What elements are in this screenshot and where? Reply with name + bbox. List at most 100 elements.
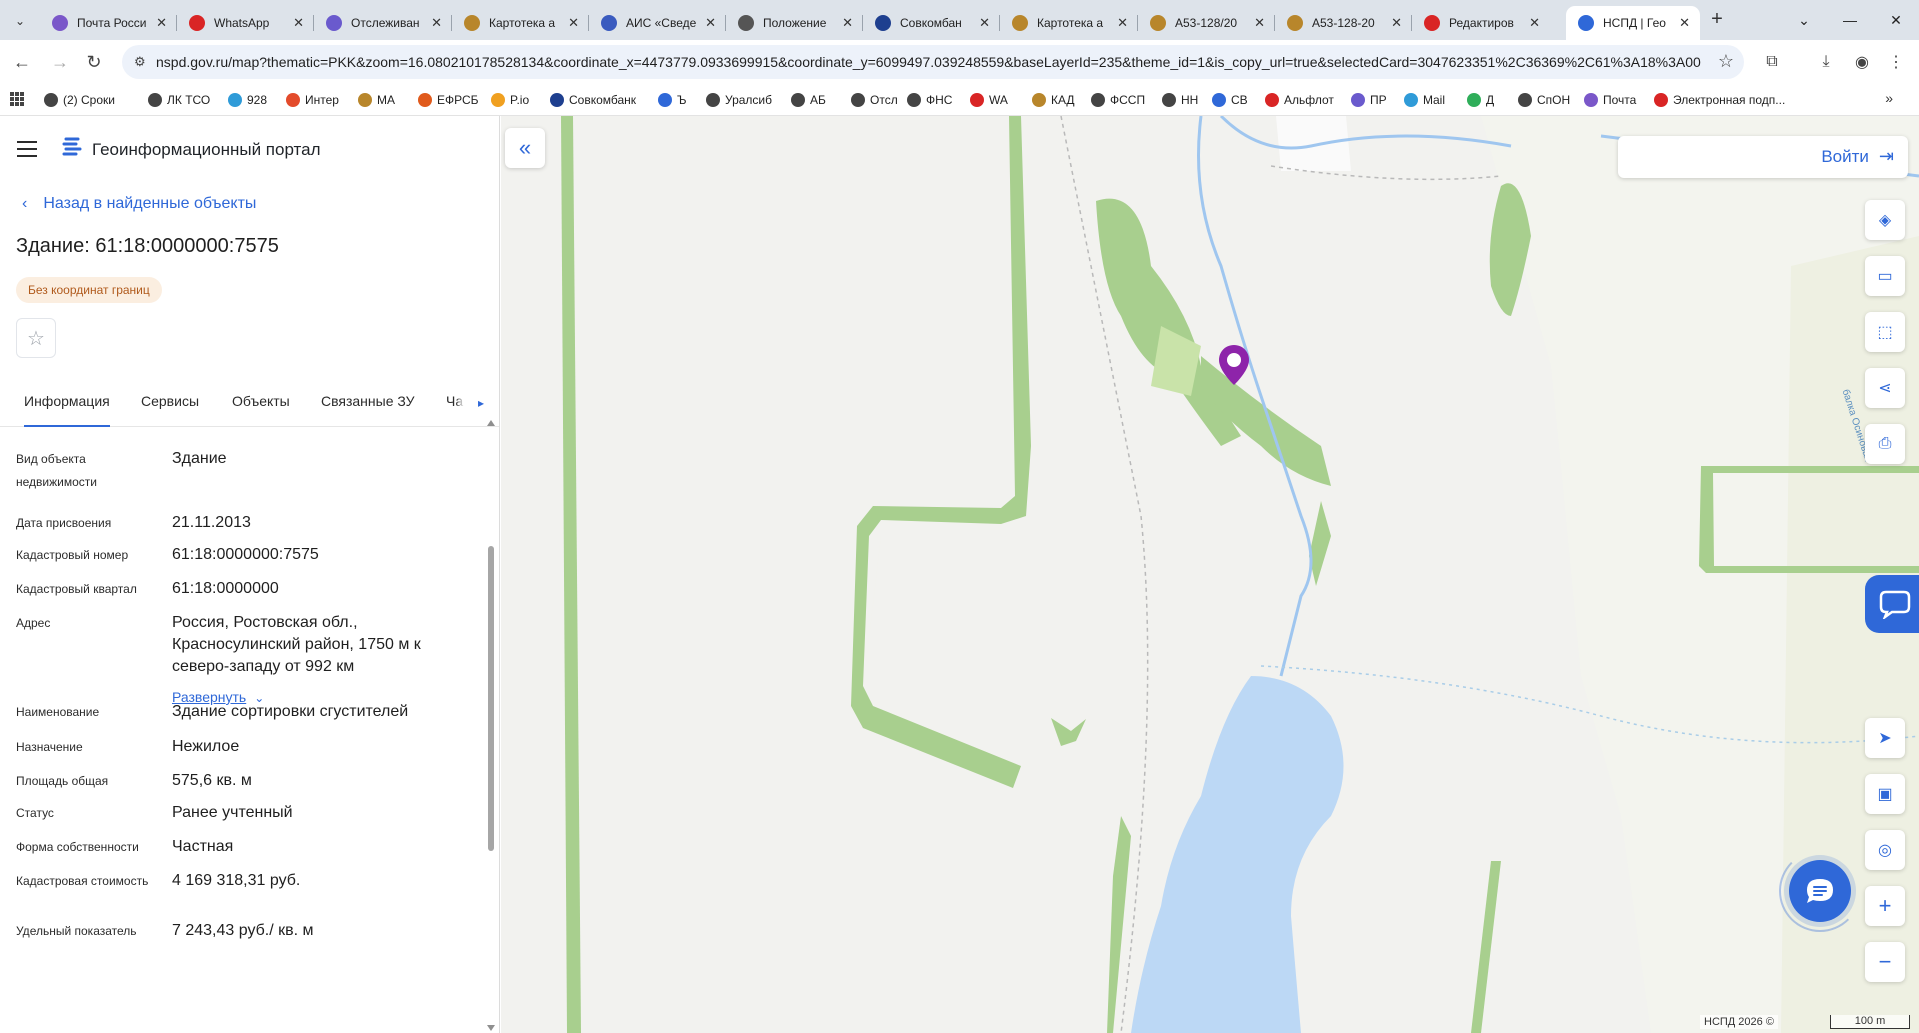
print-icon[interactable]: ⎙ (1865, 424, 1905, 464)
extensions-icon[interactable]: ⧉ (1760, 50, 1784, 74)
panel-tab[interactable]: Сервисы (141, 375, 199, 427)
tab-close-icon[interactable]: ✕ (293, 15, 304, 31)
browser-tab[interactable]: А53-128-20 ✕ (1275, 6, 1412, 40)
browser-tab[interactable]: АИС «Сведе ✕ (589, 6, 726, 40)
reload-icon[interactable]: ↻ (80, 48, 108, 76)
tab-close-icon[interactable]: ✕ (842, 15, 853, 31)
close-window-icon[interactable]: ✕ (1873, 0, 1919, 40)
browser-tab[interactable]: Отслеживан ✕ (314, 6, 452, 40)
address-bar[interactable]: ⚙ nspd.gov.ru/map?thematic=PKK&zoom=16.0… (122, 45, 1744, 79)
bookmark-item[interactable]: ЛК ТСО (148, 91, 210, 109)
tabs-scroll-right-icon[interactable]: ▸ (466, 389, 496, 417)
ruler-icon[interactable]: ▭ (1865, 256, 1905, 296)
share-icon[interactable]: ⋖ (1865, 368, 1905, 408)
tab-close-icon[interactable]: ✕ (156, 15, 167, 31)
profile-icon[interactable]: ◉ (1850, 50, 1874, 74)
panel-tab[interactable]: Связанные ЗУ (321, 375, 415, 427)
browser-tab[interactable]: Почта Росси ✕ (40, 6, 177, 40)
map-pin-icon[interactable] (1217, 343, 1251, 387)
geolocation-icon[interactable]: ◎ (1865, 830, 1905, 870)
bookmark-item[interactable]: WA (970, 91, 1008, 109)
menu-icon[interactable]: ⋮ (1884, 50, 1908, 74)
assistant-tab[interactable] (1865, 575, 1919, 633)
back-to-results-link[interactable]: ‹ Назад в найденные объекты (22, 195, 256, 213)
bookmark-item[interactable]: МА (358, 91, 395, 109)
forward-arrow-icon[interactable]: → (46, 48, 74, 76)
bookmarks-more-icon[interactable]: » (1885, 90, 1893, 106)
tab-close-icon[interactable]: ✕ (1679, 15, 1690, 31)
browser-tab[interactable]: Положение ✕ (726, 6, 863, 40)
login-button[interactable]: Войти ⇥ (1821, 146, 1894, 167)
panel-tab[interactable]: Ча (446, 375, 463, 427)
panel-scrollbar[interactable] (485, 418, 496, 1033)
tab-search-icon[interactable]: ⌄ (6, 8, 34, 34)
bookmark-item[interactable]: Интер (286, 91, 339, 109)
scroll-down-arrow-icon[interactable] (487, 1025, 495, 1031)
navigate-icon[interactable]: ➤ (1865, 718, 1905, 758)
browser-tab[interactable]: Картотека а ✕ (452, 6, 589, 40)
bookmark-item[interactable]: Электронная подп... (1654, 91, 1785, 109)
browser-tab[interactable]: WhatsApp ✕ (177, 6, 314, 40)
bookmark-item[interactable]: 928 (228, 91, 267, 109)
bookmark-item[interactable]: Д (1467, 91, 1494, 109)
tab-close-icon[interactable]: ✕ (1117, 15, 1128, 31)
url-text[interactable]: nspd.gov.ru/map?thematic=PKK&zoom=16.080… (156, 54, 1701, 70)
apps-grid-icon[interactable] (10, 92, 24, 106)
tab-close-icon[interactable]: ✕ (568, 15, 579, 31)
bookmark-item[interactable]: Ъ (658, 91, 687, 109)
expand-address-link[interactable]: Развернуть ⌄ (172, 689, 264, 705)
bookmark-item[interactable]: (2) Сроки (44, 91, 115, 109)
tab-close-icon[interactable]: ✕ (705, 15, 716, 31)
object-title: Здание: 61:18:0000000:7575 (16, 235, 279, 257)
downloads-icon[interactable]: ⤓ (1814, 50, 1838, 74)
bookmark-item[interactable]: Совкомбанк (550, 91, 636, 109)
bookmark-item[interactable]: Уралсиб (706, 91, 772, 109)
browser-tab[interactable]: Редактиров ✕ (1412, 6, 1550, 40)
tab-close-icon[interactable]: ✕ (979, 15, 990, 31)
favorite-star-button[interactable]: ☆ (16, 318, 56, 358)
new-tab-button[interactable]: + (1705, 8, 1729, 32)
bookmark-item[interactable]: Отсл (851, 91, 898, 109)
browser-tab[interactable]: НСПД | Гео ✕ (1566, 6, 1700, 40)
minimize-icon[interactable]: — (1827, 0, 1873, 40)
tab-close-icon[interactable]: ✕ (1391, 15, 1402, 31)
bookmark-item[interactable]: КАД (1032, 91, 1075, 109)
bookmark-item[interactable]: ФССП (1091, 91, 1145, 109)
browser-tab[interactable]: А53-128/20 ✕ (1138, 6, 1275, 40)
back-arrow-icon[interactable]: ← (8, 48, 36, 76)
bookmark-item[interactable]: СВ (1212, 91, 1248, 109)
panel-tab[interactable]: Объекты (232, 375, 290, 427)
map-canvas[interactable]: балка Осиновая (501, 116, 1919, 1033)
panel-tab[interactable]: Информация (24, 375, 110, 427)
bookmark-item[interactable]: ПР (1351, 91, 1387, 109)
zoom-in-icon[interactable]: + (1865, 886, 1905, 926)
bookmark-item[interactable]: Альфлот (1265, 91, 1334, 109)
bookmark-item[interactable]: ФНС (907, 91, 952, 109)
collapse-panel-button[interactable]: « (505, 128, 545, 168)
tab-list-icon[interactable]: ⌄ (1781, 0, 1827, 40)
hamburger-menu-icon[interactable] (17, 141, 37, 157)
tab-close-icon[interactable]: ✕ (1254, 15, 1265, 31)
scroll-up-arrow-icon[interactable] (487, 420, 495, 426)
chat-button[interactable] (1789, 860, 1851, 922)
bookmark-item[interactable]: Mail (1404, 91, 1445, 109)
tab-close-icon[interactable]: ✕ (1529, 15, 1540, 31)
bookmark-item[interactable]: АБ (791, 91, 826, 109)
bookmark-item[interactable]: Почта (1584, 91, 1636, 109)
browser-tab[interactable]: Картотека а ✕ (1000, 6, 1138, 40)
scrollbar-thumb[interactable] (488, 546, 494, 851)
layers-icon[interactable]: ◈ (1865, 200, 1905, 240)
site-info-icon[interactable]: ⚙ (134, 54, 150, 70)
browser-tab[interactable]: Совкомбан ✕ (863, 6, 1000, 40)
bookmark-item[interactable]: СпОН (1518, 91, 1570, 109)
bookmark-label: ФНС (926, 93, 953, 107)
field-label: Удельный показатель (16, 924, 137, 938)
area-select-icon[interactable]: ⬚ (1865, 312, 1905, 352)
tab-close-icon[interactable]: ✕ (431, 15, 442, 31)
bookmark-item[interactable]: НН (1162, 91, 1198, 109)
bookmark-item[interactable]: P.io (491, 91, 529, 109)
minimap-icon[interactable]: ▣ (1865, 774, 1905, 814)
bookmark-star-icon[interactable]: ☆ (1718, 51, 1734, 72)
zoom-out-icon[interactable]: − (1865, 942, 1905, 982)
bookmark-item[interactable]: ЕФРСБ (418, 91, 479, 109)
